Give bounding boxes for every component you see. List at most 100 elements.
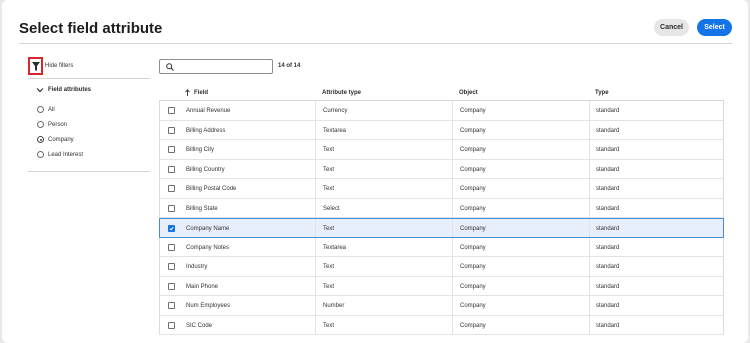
table-row[interactable]: Num Employees Number Company standard: [159, 296, 724, 316]
row-checkbox[interactable]: [168, 107, 175, 114]
table-row[interactable]: Company Name Text Company standard: [159, 218, 724, 238]
cell-type: standard: [596, 226, 620, 232]
column-separator: [315, 276, 316, 295]
cell-attribute-type: Text: [323, 226, 335, 232]
cell-type: standard: [596, 264, 620, 270]
column-header-field[interactable]: Field: [194, 90, 208, 96]
row-checkbox[interactable]: [168, 185, 175, 192]
radio-option-company[interactable]: Company: [37, 136, 74, 143]
column-header-object[interactable]: Object: [459, 90, 478, 96]
column-separator: [452, 276, 453, 295]
cell-field: Billing State: [186, 205, 218, 212]
row-checkbox[interactable]: [168, 321, 175, 329]
select-button[interactable]: Select: [697, 19, 732, 36]
row-checkbox[interactable]: [168, 302, 175, 309]
cell-object: Company: [460, 186, 486, 192]
table-row[interactable]: Billing Postal Code Text Company standard: [159, 179, 724, 199]
column-separator: [452, 237, 453, 256]
radio-button[interactable]: [37, 106, 44, 113]
table-row[interactable]: Main Phone Text Company standard: [159, 276, 724, 296]
result-count: 14 of 14: [278, 63, 301, 69]
table-body: Annual Revenue Currency Company standard Bil…: [159, 101, 724, 335]
cell-type: standard: [596, 186, 620, 192]
table-row[interactable]: Industry Text Company standard: [159, 257, 724, 277]
column-separator: [452, 179, 453, 198]
table-row[interactable]: Billing Country Text Company standard: [159, 159, 724, 179]
cell-field: Num Employees: [186, 303, 231, 309]
checkmark-icon: [169, 226, 174, 231]
cell-attribute-type: Select: [323, 205, 340, 212]
row-checkbox[interactable]: [168, 165, 175, 173]
hide-filters-label[interactable]: Hide filters: [45, 63, 73, 69]
radio-option-person[interactable]: Person: [37, 121, 67, 128]
cell-field: Company Notes: [186, 244, 230, 251]
radio-label: All: [48, 106, 55, 113]
table-row[interactable]: Annual Revenue Currency Company standard: [159, 101, 724, 121]
column-header-attribute-type[interactable]: Attribute type: [322, 90, 361, 96]
cancel-button[interactable]: Cancel: [654, 19, 689, 36]
search-field[interactable]: [159, 59, 273, 74]
row-checkbox[interactable]: [168, 263, 175, 270]
column-separator: [315, 198, 316, 217]
header-divider: [19, 43, 732, 44]
cell-object: Company: [460, 108, 486, 114]
search-input[interactable]: [178, 61, 270, 72]
sort-ascending-icon[interactable]: [185, 89, 190, 96]
column-separator: [452, 140, 453, 159]
cell-object: Company: [460, 147, 486, 153]
column-separator: [315, 237, 316, 256]
column-separator: [589, 101, 590, 120]
column-header-type[interactable]: Type: [595, 90, 609, 96]
filter-toggle-button[interactable]: [28, 57, 43, 75]
row-checkbox[interactable]: [168, 146, 175, 153]
cell-object: Company: [460, 244, 486, 251]
radio-label: Lead Interest: [48, 151, 84, 158]
cell-object: Company: [460, 303, 486, 309]
cell-object: Company: [460, 127, 486, 134]
column-separator: [315, 120, 316, 139]
column-separator: [315, 296, 316, 315]
cell-attribute-type: Number: [323, 303, 345, 309]
row-checkbox[interactable]: [168, 243, 175, 251]
dialog-title: Select field attribute: [19, 20, 163, 37]
column-separator: [452, 315, 453, 334]
cell-attribute-type: Text: [323, 283, 335, 290]
table-header: Field Attribute type Object Type: [159, 84, 724, 101]
table-row[interactable]: Company Notes Textarea Company standard: [159, 237, 724, 257]
radio-label: Company: [48, 136, 74, 143]
column-separator: [589, 315, 590, 334]
column-separator: [315, 257, 316, 276]
cell-type: standard: [596, 244, 620, 251]
radio-option-all[interactable]: All: [37, 106, 55, 113]
cell-type: standard: [596, 147, 620, 153]
column-separator: [315, 219, 316, 237]
column-separator: [315, 315, 316, 334]
cell-field: Billing Address: [186, 127, 226, 134]
chevron-down-icon[interactable]: [36, 87, 44, 93]
row-checkbox[interactable]: [168, 282, 175, 290]
cell-object: Company: [460, 264, 486, 270]
radio-button[interactable]: [37, 151, 44, 158]
radio-button[interactable]: [37, 121, 44, 128]
row-checkbox[interactable]: [168, 204, 175, 212]
table-row[interactable]: SIC Code Text Company standard: [159, 315, 724, 335]
column-separator: [589, 219, 590, 237]
cell-object: Company: [460, 205, 486, 212]
column-separator: [315, 140, 316, 159]
column-separator: [315, 179, 316, 198]
row-checkbox[interactable]: [168, 126, 175, 134]
radio-option-lead-interest[interactable]: Lead Interest: [37, 151, 83, 158]
table-row[interactable]: Billing City Text Company standard: [159, 140, 724, 160]
table-row[interactable]: Billing Address Textarea Company standard: [159, 120, 724, 140]
column-separator: [589, 237, 590, 256]
row-checkbox[interactable]: [168, 225, 175, 232]
cell-field: Billing City: [186, 147, 215, 153]
cell-type: standard: [596, 127, 620, 134]
cell-attribute-type: Textarea: [323, 127, 347, 134]
field-attributes-heading[interactable]: Field attributes: [48, 87, 91, 93]
table-row[interactable]: Billing State Select Company standard: [159, 198, 724, 218]
cell-attribute-type: Text: [323, 166, 335, 173]
column-separator: [452, 296, 453, 315]
cell-field: Industry: [186, 264, 208, 270]
radio-button[interactable]: [37, 136, 44, 143]
